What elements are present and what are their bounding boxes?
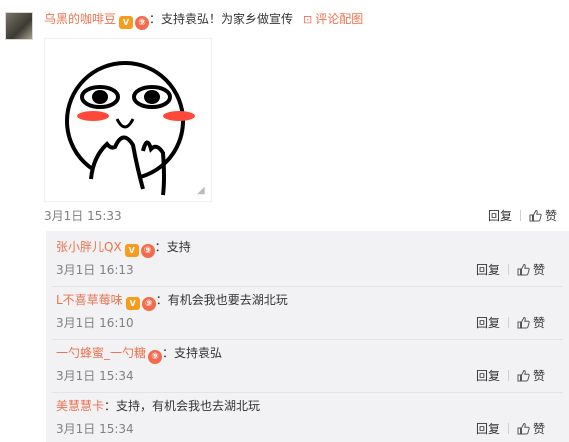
- main-comment-actions: 回复 赞: [488, 208, 557, 226]
- like-button[interactable]: 赞: [517, 263, 545, 277]
- vip-badge-icon[interactable]: V: [125, 297, 140, 310]
- reply-username[interactable]: 一勺蜂蜜_一勺糖: [56, 346, 146, 360]
- level-badge-icon[interactable]: ⑨: [135, 16, 150, 30]
- reply-button[interactable]: 回复: [476, 422, 500, 436]
- reply-actions: 回复 赞: [476, 421, 545, 439]
- action-divider: [508, 317, 510, 328]
- like-label: 赞: [533, 369, 546, 383]
- comment-image[interactable]: ◢: [44, 38, 212, 202]
- reply-button[interactable]: 回复: [476, 316, 500, 330]
- colon: ：: [155, 293, 168, 307]
- reply-text: 有机会我也要去湖北玩: [167, 293, 288, 307]
- thumbs-up-icon: [517, 422, 530, 439]
- thumbs-up-icon: [517, 263, 530, 280]
- colon: ：: [162, 346, 175, 360]
- reply-time: 3月1日 15:34: [56, 369, 134, 383]
- reply-time: 3月1日 16:10: [56, 316, 134, 330]
- reply-username[interactable]: 张小胖儿QX: [56, 240, 122, 254]
- reply-time: 3月1日 16:13: [56, 263, 134, 277]
- reply-text: 支持: [166, 240, 191, 254]
- avatar[interactable]: [5, 12, 33, 40]
- reply-text: 支持袁弘: [174, 346, 223, 360]
- like-label: 赞: [533, 422, 546, 436]
- reply-actions: 回复 赞: [476, 315, 545, 333]
- like-label: 赞: [545, 209, 558, 223]
- main-comment-username[interactable]: 乌黑的咖啡豆: [44, 12, 116, 26]
- blush-left: [77, 111, 109, 121]
- reply-item: 美慧慧卡：支持，有机会我也去湖北玩: [56, 398, 260, 414]
- comment-picture-link[interactable]: ⊡ 评论配图: [303, 12, 363, 26]
- level-badge-icon[interactable]: ⑨: [141, 297, 156, 311]
- action-divider: [520, 210, 522, 221]
- divider: [52, 392, 563, 393]
- blush-right: [163, 111, 195, 121]
- reply-text: 支持，有机会我也去湖北玩: [116, 399, 261, 413]
- reply-button[interactable]: 回复: [476, 263, 500, 277]
- action-divider: [508, 370, 510, 381]
- colon: ：: [154, 240, 167, 254]
- reply-item: 张小胖儿QX V ⑨ ：支持: [56, 239, 191, 258]
- level-badge-icon[interactable]: ⑨: [140, 244, 155, 258]
- divider: [52, 286, 563, 287]
- reply-item: 一勺蜂蜜_一勺糖 ⑨ ：支持袁弘: [56, 345, 222, 364]
- divider: [52, 339, 563, 340]
- thumbs-up-icon: [529, 209, 542, 226]
- like-button[interactable]: 赞: [529, 209, 557, 223]
- thumbs-up-icon: [517, 369, 530, 386]
- reply-username[interactable]: 美慧慧卡: [56, 399, 104, 413]
- main-comment-line: 乌黑的咖啡豆 V ⑨ ：支持袁弘！为家乡做宣传 ⊡ 评论配图: [44, 11, 363, 30]
- reply-button[interactable]: 回复: [476, 369, 500, 383]
- main-comment-time: 3月1日 15:33: [44, 209, 122, 223]
- thumbs-up-icon: [517, 316, 530, 333]
- colon: ：: [149, 12, 162, 26]
- like-button[interactable]: 赞: [517, 422, 545, 436]
- meme-face-icon: ◢: [65, 61, 205, 196]
- action-divider: [508, 423, 510, 434]
- reply-actions: 回复 赞: [476, 368, 545, 386]
- level-badge-icon[interactable]: ⑨: [148, 350, 163, 364]
- main-comment-text: 支持袁弘！为家乡做宣传: [161, 12, 294, 26]
- reply-username[interactable]: L不喜草莓味: [56, 293, 123, 307]
- comment-picture-label: 评论配图: [315, 12, 364, 26]
- reply-actions: 回复 赞: [476, 262, 545, 280]
- vip-badge-icon[interactable]: V: [124, 244, 139, 257]
- like-button[interactable]: 赞: [517, 369, 545, 383]
- colon: ：: [104, 399, 117, 413]
- reply-button[interactable]: 回复: [488, 209, 512, 223]
- picture-icon: ⊡: [303, 13, 313, 26]
- like-button[interactable]: 赞: [517, 316, 545, 330]
- vip-badge-icon[interactable]: V: [119, 16, 134, 29]
- reply-time: 3月1日 15:34: [56, 422, 134, 436]
- action-divider: [508, 264, 510, 275]
- reply-item: L不喜草莓味 V ⑨ ：有机会我也要去湖北玩: [56, 292, 288, 311]
- like-label: 赞: [533, 263, 546, 277]
- svg-text:◢: ◢: [197, 185, 205, 196]
- like-label: 赞: [533, 316, 546, 330]
